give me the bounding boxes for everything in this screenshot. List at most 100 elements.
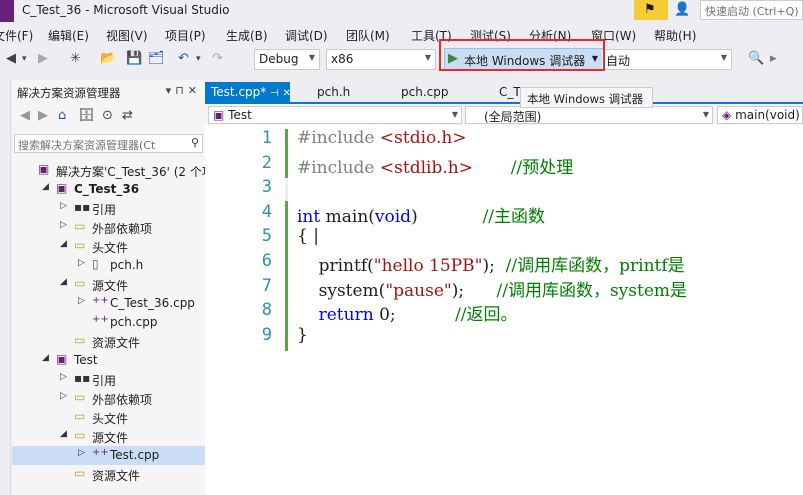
- search-icon: ⚲: [190, 136, 199, 149]
- expand-arrow-icon[interactable]: ▷: [78, 296, 85, 306]
- chevron-down-icon: ▼: [702, 110, 709, 119]
- code-line[interactable]: }: [297, 325, 308, 345]
- tree-item[interactable]: ◢ ▭ 头文件: [12, 237, 205, 256]
- chevron-down-icon: ▼: [424, 53, 431, 62]
- undo-dropdown-icon[interactable]: ▾: [196, 54, 201, 64]
- code-line[interactable]: { |: [297, 226, 319, 246]
- pin-icon[interactable]: ⊓: [175, 84, 188, 97]
- platform-select[interactable]: x86 ▼: [326, 49, 436, 70]
- sync-icon[interactable]: ⇄: [122, 108, 133, 123]
- pending-changes-icon[interactable]: ⊙: [102, 108, 113, 123]
- code-line[interactable]: #include <stdio.h>: [297, 128, 467, 148]
- tree-item[interactable]: ++ pch.cpp: [12, 313, 205, 332]
- new-project-icon[interactable]: ✳: [70, 51, 81, 66]
- code-token: <stdlib.h>: [379, 157, 473, 178]
- tree-item-label: Test: [74, 353, 98, 367]
- undo-icon[interactable]: ↶: [178, 51, 189, 66]
- tab-pch-cpp[interactable]: pch.cpp: [395, 82, 454, 102]
- code-line[interactable]: int main(void) //主函数: [297, 202, 545, 227]
- collapse-arrow-icon[interactable]: ◢: [60, 277, 67, 287]
- config-select[interactable]: Debug ▼: [254, 49, 320, 70]
- member-nav-select[interactable]: ◈ main(void): [717, 106, 803, 124]
- scope-nav-select[interactable]: (全局范围) ▼: [465, 106, 713, 124]
- menu-help[interactable]: 帮助(H): [654, 27, 696, 44]
- dropdown-icon[interactable]: ▾: [166, 84, 176, 97]
- code-token: }: [297, 324, 308, 345]
- save-all-icon[interactable]: 🗂: [148, 51, 165, 66]
- home-icon[interactable]: ⌂: [58, 108, 66, 123]
- forward-icon[interactable]: ▶: [38, 51, 48, 66]
- code-token: );: [451, 280, 497, 301]
- tree-item[interactable]: ▷ ▭ 外部依赖项: [12, 389, 205, 408]
- menu-debug[interactable]: 调试(D): [285, 27, 328, 44]
- tree-item[interactable]: ▭ 资源文件: [12, 332, 205, 351]
- back-icon[interactable]: ◀: [6, 51, 16, 66]
- forward-icon[interactable]: ▶: [38, 108, 48, 123]
- expand-arrow-icon[interactable]: ▷: [60, 372, 67, 382]
- code-line[interactable]: return 0; //返回。: [297, 300, 518, 325]
- folder-icon: ▭: [74, 238, 86, 252]
- code-line[interactable]: printf("hello 15PB"); //调用库函数，printf是: [297, 251, 685, 276]
- account-icon[interactable]: 👤: [674, 2, 690, 17]
- tree-item[interactable]: ◢ ▣ Test: [12, 351, 205, 370]
- code-line[interactable]: system("pause"); //调用库函数，system是: [297, 276, 687, 301]
- tree-item[interactable]: ▷ ▭ 外部依赖项: [12, 218, 205, 237]
- tree-item[interactable]: ▭ 资源文件: [12, 465, 205, 484]
- collapse-arrow-icon[interactable]: ◢: [60, 429, 67, 439]
- close-icon[interactable]: ✕: [188, 84, 201, 97]
- solution-search-input[interactable]: 搜索解决方案资源管理器(Ct ⚲: [14, 134, 203, 153]
- tree-item[interactable]: ▷ ++ C_Test_36.cpp: [12, 294, 205, 313]
- code-line[interactable]: #include <stdlib.h> //预处理: [297, 153, 573, 178]
- project-nav-select[interactable]: ▣ Test ▼: [208, 106, 462, 124]
- tree-item[interactable]: ◢ ▣ C_Test_36: [12, 180, 205, 199]
- line-number: 2: [261, 152, 272, 173]
- toolbar-overflow-icon[interactable]: ▸: [770, 51, 777, 66]
- tree-item[interactable]: ▭ 头文件: [12, 408, 205, 427]
- menu-team[interactable]: 团队(M): [346, 27, 390, 44]
- pin-icon[interactable]: ⊣: [270, 88, 279, 99]
- menu-view[interactable]: 视图(V): [106, 27, 148, 44]
- tree-item[interactable]: ▷ ▪▪ 引用: [12, 370, 205, 389]
- code-token: main(: [320, 206, 375, 227]
- expand-arrow-icon[interactable]: ▷: [60, 391, 67, 401]
- feedback-flag-button[interactable]: ⚑: [634, 0, 668, 20]
- collapse-arrow-icon[interactable]: ◢: [60, 239, 67, 249]
- chevron-down-icon: ▼: [720, 53, 727, 62]
- tree-item-label: 资源文件: [92, 336, 141, 350]
- menu-build[interactable]: 生成(B): [226, 27, 268, 44]
- tree-item-label: 外部依赖项: [92, 222, 153, 236]
- tree-item[interactable]: ◢ ▭ 源文件: [12, 427, 205, 446]
- quick-launch-input[interactable]: 快速启动 (Ctrl+Q): [700, 0, 803, 20]
- tree-item[interactable]: ◢ ▭ 源文件: [12, 275, 205, 294]
- tree-item-label: 解决方案'C_Test_36' (2 个项: [56, 165, 214, 179]
- expand-arrow-icon[interactable]: ▷: [78, 258, 85, 268]
- find-in-files-icon[interactable]: 🔍: [748, 51, 764, 66]
- menu-project[interactable]: 项目(P): [165, 27, 206, 44]
- menu-edit[interactable]: 编辑(E): [48, 27, 89, 44]
- redo-icon[interactable]: ↷: [212, 51, 223, 66]
- expand-arrow-icon[interactable]: ▷: [60, 220, 67, 230]
- tree-item[interactable]: ▷ ++ Test.cpp: [12, 446, 205, 465]
- tab-test-cpp[interactable]: Test.cpp* ⊣ ✕: [205, 82, 291, 102]
- run-mode-select[interactable]: 自动 ▼: [602, 49, 732, 70]
- open-file-icon[interactable]: 📂: [100, 51, 116, 66]
- collapse-arrow-icon[interactable]: ◢: [42, 353, 49, 363]
- close-icon[interactable]: ✕: [283, 88, 291, 99]
- expand-arrow-icon[interactable]: ▷: [78, 448, 85, 458]
- solution-explorer-toolbar: ◀ ▶ ⌂ 🗄 ⊙ ⇄: [12, 106, 205, 128]
- tab-pch-h[interactable]: pch.h: [311, 82, 356, 102]
- back-dropdown-icon[interactable]: ▾: [22, 54, 27, 64]
- tree-item[interactable]: ▷ ▪▪ 引用: [12, 199, 205, 218]
- tree-item[interactable]: ▷ ▯ pch.h: [12, 256, 205, 275]
- tree-item[interactable]: ▣ 解决方案'C_Test_36' (2 个项: [12, 161, 214, 180]
- tree-item-label: Test.cpp: [110, 448, 160, 462]
- back-icon[interactable]: ◀: [20, 108, 30, 123]
- save-icon[interactable]: 💾: [126, 51, 142, 66]
- collapse-arrow-icon[interactable]: ◢: [42, 182, 49, 192]
- expand-arrow-icon[interactable]: ▷: [60, 201, 67, 211]
- code-token: //调用库函数，printf是: [505, 256, 685, 276]
- menu-file[interactable]: 文件(F): [0, 27, 33, 44]
- line-number: 8: [261, 300, 272, 321]
- switch-views-icon[interactable]: 🗄: [78, 108, 95, 123]
